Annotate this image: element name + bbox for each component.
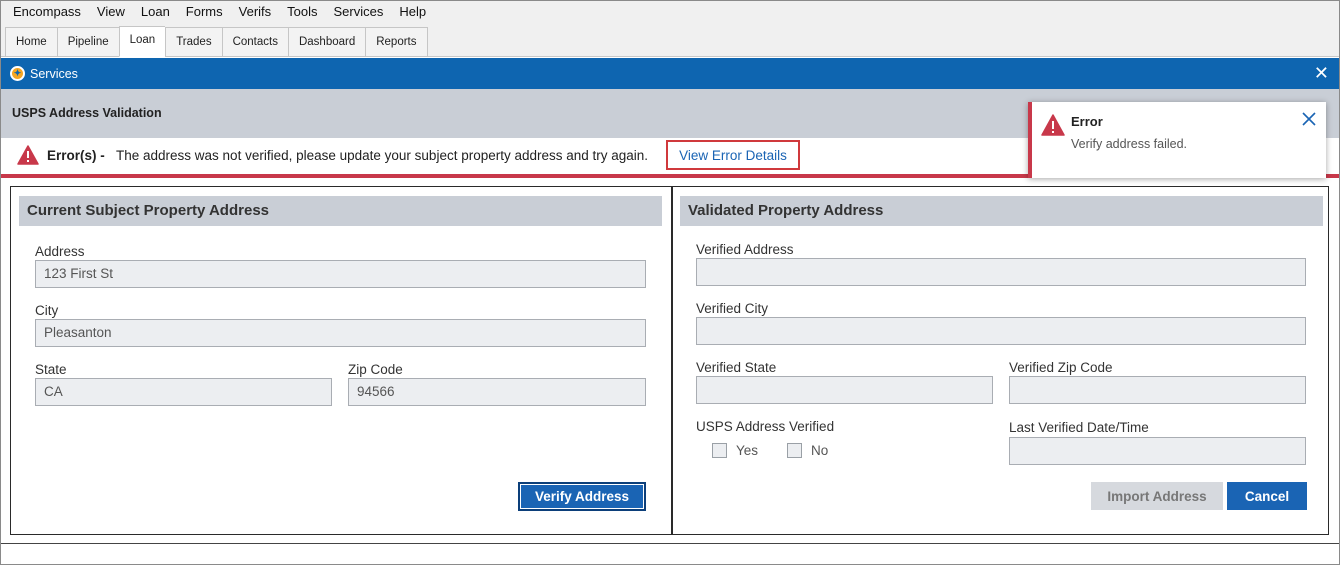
cancel-button[interactable]: Cancel bbox=[1227, 482, 1307, 510]
close-icon[interactable] bbox=[1302, 112, 1316, 129]
last-verified-field[interactable] bbox=[1009, 437, 1306, 465]
validated-address-heading: Validated Property Address bbox=[680, 196, 1323, 226]
tab-trades[interactable]: Trades bbox=[165, 27, 222, 57]
menu-loan[interactable]: Loan bbox=[133, 1, 178, 22]
menu-bar: Encompass View Loan Forms Verifs Tools S… bbox=[1, 1, 1339, 22]
yes-label: Yes bbox=[736, 443, 759, 458]
verified-state-field[interactable] bbox=[696, 376, 993, 404]
encompass-logo-icon: ✦ bbox=[10, 66, 25, 81]
no-checkbox[interactable] bbox=[787, 443, 802, 458]
menu-tools[interactable]: Tools bbox=[279, 1, 325, 22]
tab-dashboard[interactable]: Dashboard bbox=[287, 27, 366, 57]
zip-code-label: Zip Code bbox=[348, 362, 403, 377]
toast-title: Error bbox=[1071, 114, 1103, 129]
panel-divider bbox=[671, 187, 673, 534]
menu-services[interactable]: Services bbox=[326, 1, 392, 22]
tab-contacts[interactable]: Contacts bbox=[221, 27, 288, 57]
no-label: No bbox=[811, 443, 829, 458]
tab-pipeline[interactable]: Pipeline bbox=[56, 27, 119, 57]
verified-city-field[interactable] bbox=[696, 317, 1306, 345]
verified-state-label: Verified State bbox=[696, 360, 777, 375]
toast-message: Verify address failed. bbox=[1071, 137, 1188, 151]
menu-help[interactable]: Help bbox=[391, 1, 434, 22]
tab-bar: Home Pipeline Loan Trades Contacts Dashb… bbox=[1, 22, 1339, 57]
verified-city-label: Verified City bbox=[696, 301, 769, 316]
view-error-details-link[interactable]: View Error Details bbox=[666, 140, 800, 170]
address-field[interactable]: 123 First St bbox=[35, 260, 646, 288]
current-address-heading: Current Subject Property Address bbox=[19, 196, 662, 226]
verified-address-field[interactable] bbox=[696, 258, 1306, 286]
verified-zip-code-field[interactable] bbox=[1009, 376, 1306, 404]
city-label: City bbox=[35, 303, 59, 318]
last-verified-label: Last Verified Date/Time bbox=[1009, 420, 1149, 435]
services-title-bar: ✦ Services ✕ bbox=[1, 58, 1339, 89]
address-panels: Current Subject Property Address Address… bbox=[10, 186, 1329, 535]
tab-loan[interactable]: Loan bbox=[118, 26, 166, 57]
services-title: Services bbox=[30, 66, 78, 81]
verify-address-button[interactable]: Verify Address bbox=[518, 482, 646, 511]
error-toast: Error Verify address failed. bbox=[1028, 102, 1326, 178]
menu-forms[interactable]: Forms bbox=[178, 1, 231, 22]
error-label: Error(s) - bbox=[47, 148, 105, 163]
address-label: Address bbox=[35, 244, 85, 259]
city-field[interactable]: Pleasanton bbox=[35, 319, 646, 347]
warning-icon bbox=[1041, 114, 1065, 139]
tab-reports[interactable]: Reports bbox=[365, 27, 428, 57]
state-field[interactable]: CA bbox=[35, 378, 332, 406]
menu-verifs[interactable]: Verifs bbox=[231, 1, 280, 22]
close-icon[interactable]: ✕ bbox=[1314, 64, 1329, 82]
warning-icon bbox=[17, 145, 39, 168]
verified-address-label: Verified Address bbox=[696, 242, 794, 257]
zip-code-field[interactable]: 94566 bbox=[348, 378, 646, 406]
menu-encompass[interactable]: Encompass bbox=[5, 1, 89, 22]
import-address-button[interactable]: Import Address bbox=[1091, 482, 1223, 510]
state-label: State bbox=[35, 362, 67, 377]
tab-home[interactable]: Home bbox=[5, 27, 57, 57]
yes-checkbox[interactable] bbox=[712, 443, 727, 458]
menu-view[interactable]: View bbox=[89, 1, 133, 22]
error-message: The address was not verified, please upd… bbox=[116, 148, 649, 163]
verified-zip-code-label: Verified Zip Code bbox=[1009, 360, 1113, 375]
usps-verified-label: USPS Address Verified bbox=[696, 419, 835, 434]
footer-divider bbox=[1, 543, 1339, 544]
page-title: USPS Address Validation bbox=[12, 106, 162, 120]
